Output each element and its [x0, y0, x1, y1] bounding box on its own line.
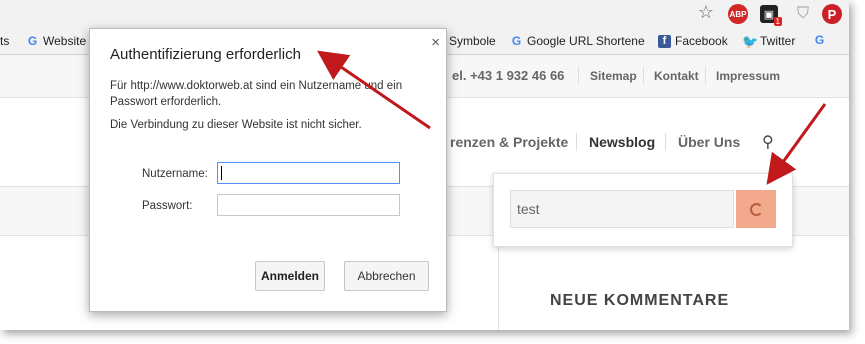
- extension-badge: 1: [773, 17, 782, 26]
- phone-number: el. +43 1 932 46 66: [452, 68, 565, 83]
- loading-spinner-icon: [749, 202, 763, 216]
- extension-icon[interactable]: ▣ 1: [760, 5, 782, 26]
- login-button[interactable]: Anmelden: [255, 261, 325, 291]
- divider: [578, 67, 579, 84]
- divider: [665, 133, 666, 151]
- cancel-button[interactable]: Abbrechen: [344, 261, 429, 291]
- bookmark-item[interactable]: G: [813, 34, 826, 47]
- divider: [705, 67, 706, 84]
- bookmark-item[interactable]: f Facebook: [658, 34, 728, 48]
- divider: [576, 133, 577, 151]
- shield-icon[interactable]: ⛉: [793, 4, 813, 24]
- sitemap-link[interactable]: Sitemap: [590, 69, 637, 83]
- bookmark-label: Twitter: [760, 34, 796, 48]
- bookmark-label: Google URL Shortene: [527, 34, 645, 48]
- divider: [643, 67, 644, 84]
- search-input[interactable]: [510, 190, 734, 228]
- impressum-link[interactable]: Impressum: [716, 69, 780, 83]
- search-dropdown: [493, 173, 793, 247]
- address-bar-edge: [0, 0, 849, 29]
- bookmark-label: Website: [43, 34, 87, 48]
- nav-item-ueber-uns[interactable]: Über Uns: [678, 134, 740, 150]
- text-caret: [221, 166, 222, 180]
- browser-window: ☆ ABP ▣ 1 ⛉ P ts G Website Symbole G Google…: [0, 0, 849, 330]
- bookmark-label: Facebook: [675, 34, 728, 48]
- bookmark-label: ts: [0, 34, 10, 48]
- browser-toolbar: ☆ ABP ▣ 1 ⛉ P: [0, 0, 849, 29]
- bookmark-item[interactable]: 🐦 Twitter: [742, 34, 795, 48]
- bookmark-item[interactable]: ts: [0, 34, 9, 48]
- twitter-icon: 🐦: [742, 33, 759, 49]
- password-label: Passwort:: [142, 200, 193, 212]
- bookmark-item[interactable]: Symbole: [449, 34, 496, 48]
- auth-dialog: Authentifizierung erforderlich × Für htt…: [89, 28, 447, 312]
- search-icon[interactable]: ⚲: [762, 132, 774, 152]
- bookmark-item[interactable]: G Google URL Shortene: [510, 34, 645, 48]
- column-divider: [498, 236, 499, 330]
- google-icon: G: [814, 33, 825, 47]
- username-field[interactable]: [217, 162, 400, 184]
- dialog-message: Für http://www.doktorweb.at sind ein Nut…: [110, 80, 403, 108]
- google-icon: G: [27, 33, 38, 48]
- search-submit-button[interactable]: [736, 190, 776, 228]
- pinterest-icon[interactable]: P: [822, 4, 842, 24]
- nav-item-newsblog[interactable]: Newsblog: [589, 134, 655, 150]
- adblock-plus-icon[interactable]: ABP: [728, 4, 748, 24]
- bookmark-label: Symbole: [449, 34, 496, 48]
- dialog-title: Authentifizierung erforderlich: [110, 46, 301, 63]
- bookmark-star-icon[interactable]: ☆: [696, 2, 716, 22]
- facebook-icon: f: [658, 34, 671, 48]
- username-label: Nutzername:: [142, 168, 208, 180]
- sidebar-heading: NEUE KOMMENTARE: [550, 292, 730, 309]
- password-field[interactable]: [217, 194, 400, 216]
- bookmark-item[interactable]: G Website: [26, 34, 86, 48]
- dialog-warning: Die Verbindung zu dieser Website ist nic…: [110, 119, 362, 131]
- nav-item-referenzen[interactable]: renzen & Projekte: [450, 134, 568, 150]
- kontakt-link[interactable]: Kontakt: [654, 69, 699, 83]
- close-icon[interactable]: ×: [431, 34, 440, 51]
- google-icon: G: [511, 33, 522, 48]
